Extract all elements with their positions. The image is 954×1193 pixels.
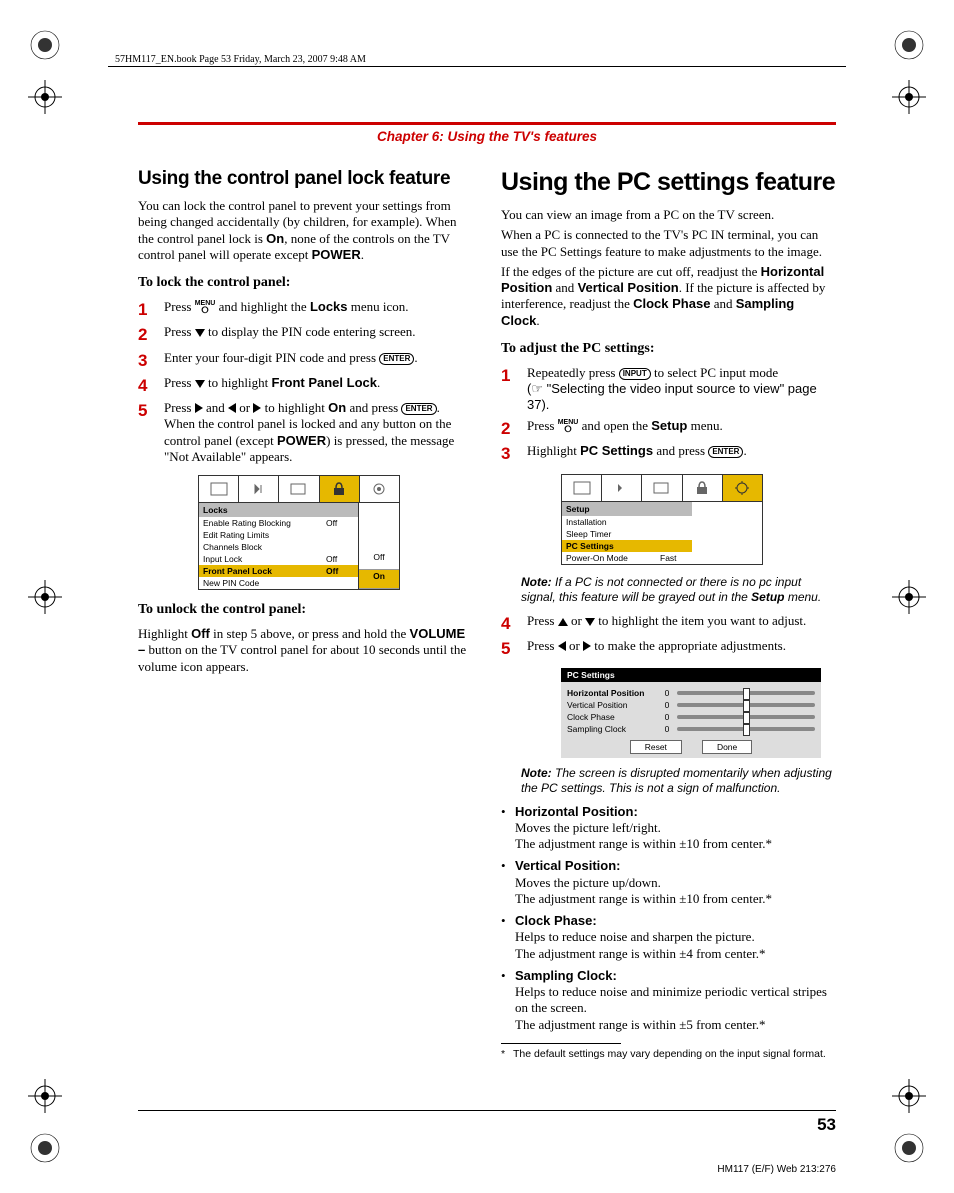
intro-paragraph: You can lock the control panel to preven… bbox=[138, 198, 473, 263]
arrow-right-icon bbox=[195, 403, 203, 413]
tab-picture-icon bbox=[562, 475, 602, 501]
slider-icon bbox=[677, 703, 815, 707]
osd-option-off: Off bbox=[359, 551, 399, 570]
tab-picture-icon bbox=[199, 476, 239, 502]
page-number: 53 bbox=[817, 1115, 836, 1135]
osd-section-title: Setup bbox=[562, 502, 692, 516]
subheading-adjust: To adjust the PC settings: bbox=[501, 341, 836, 357]
enter-button-icon: ENTER bbox=[708, 446, 743, 458]
osd-pc-settings: PC Settings Horizontal Position0 Vertica… bbox=[561, 668, 821, 758]
tab-locks-icon bbox=[683, 475, 723, 501]
paragraph: When a PC is connected to the TV's PC IN… bbox=[501, 227, 836, 260]
bottom-rule bbox=[138, 1110, 836, 1111]
chapter-rule bbox=[138, 122, 836, 125]
arrow-left-icon bbox=[558, 641, 566, 651]
slider-icon bbox=[677, 715, 815, 719]
reset-button: Reset bbox=[630, 740, 682, 754]
tab-locks-icon bbox=[320, 476, 360, 502]
paragraph: If the edges of the picture are cut off,… bbox=[501, 264, 836, 329]
footnote: *The default settings may vary depending… bbox=[501, 1048, 836, 1060]
registration-mark-icon bbox=[892, 1079, 926, 1113]
footnote-rule bbox=[501, 1043, 621, 1044]
note-1: Note: If a PC is not connected or there … bbox=[521, 575, 836, 605]
steps-adjust-1: Repeatedly press INPUT to select PC inpu… bbox=[501, 365, 836, 464]
menu-button-icon: MENU⭘ bbox=[195, 300, 216, 314]
slider-icon bbox=[677, 691, 815, 695]
subheading-to-unlock: To unlock the control panel: bbox=[138, 602, 473, 618]
osd-title: PC Settings bbox=[561, 668, 821, 682]
done-button: Done bbox=[702, 740, 752, 754]
arrow-down-icon bbox=[195, 380, 205, 388]
section-heading-lock: Using the control panel lock feature bbox=[138, 168, 473, 190]
osd-setup-menu: Setup Installation Sleep Timer PC Settin… bbox=[561, 474, 763, 565]
adjustment-descriptions: Horizontal Position:Moves the picture le… bbox=[501, 804, 836, 1033]
section-heading-pc: Using the PC settings feature bbox=[501, 168, 836, 197]
crop-mark-icon bbox=[28, 28, 62, 62]
arrow-down-icon bbox=[585, 618, 595, 626]
left-column: Using the control panel lock feature You… bbox=[138, 168, 473, 1060]
crop-mark-icon bbox=[892, 580, 926, 614]
tab-audio-icon bbox=[239, 476, 279, 502]
steps-lock: Press MENU⭘ and highlight the Locks menu… bbox=[138, 299, 473, 465]
osd-locks-menu: Locks Enable Rating BlockingOff Edit Rat… bbox=[198, 475, 400, 590]
tab-apps-icon bbox=[642, 475, 682, 501]
osd-section-title: Locks bbox=[199, 503, 358, 517]
right-column: Using the PC settings feature You can vi… bbox=[501, 168, 836, 1060]
footer-code: HM117 (E/F) Web 213:276 bbox=[717, 1164, 836, 1175]
chapter-title: Chapter 6: Using the TV's features bbox=[138, 129, 836, 144]
tab-setup-icon bbox=[723, 475, 762, 501]
header-rule bbox=[108, 66, 846, 67]
registration-mark-icon bbox=[892, 80, 926, 114]
registration-mark-icon bbox=[28, 1079, 62, 1113]
menu-button-icon: MENU⭘ bbox=[558, 419, 579, 433]
page-content: Chapter 6: Using the TV's features Using… bbox=[138, 122, 836, 1133]
note-2: Note: The screen is disrupted momentaril… bbox=[521, 766, 836, 796]
header-metadata: 57HM117_EN.book Page 53 Friday, March 23… bbox=[115, 54, 366, 65]
registration-mark-icon bbox=[28, 80, 62, 114]
unlock-paragraph: Highlight Off in step 5 above, or press … bbox=[138, 626, 473, 675]
enter-button-icon: ENTER bbox=[401, 403, 436, 415]
arrow-down-icon bbox=[195, 329, 205, 337]
crop-mark-icon bbox=[28, 1131, 62, 1165]
arrow-right-icon bbox=[583, 641, 591, 651]
crop-mark-icon bbox=[892, 1131, 926, 1165]
tab-apps-icon bbox=[279, 476, 319, 502]
input-button-icon: INPUT bbox=[619, 368, 651, 380]
subheading-to-lock: To lock the control panel: bbox=[138, 275, 473, 291]
slider-icon bbox=[677, 727, 815, 731]
paragraph: You can view an image from a PC on the T… bbox=[501, 207, 836, 223]
tab-audio-icon bbox=[602, 475, 642, 501]
arrow-up-icon bbox=[558, 618, 568, 626]
arrow-left-icon bbox=[228, 403, 236, 413]
steps-adjust-2: Press or to highlight the item you want … bbox=[501, 613, 836, 660]
crop-mark-icon bbox=[892, 28, 926, 62]
enter-button-icon: ENTER bbox=[379, 353, 414, 365]
manual-page: 57HM117_EN.book Page 53 Friday, March 23… bbox=[0, 0, 954, 1193]
tab-setup-icon bbox=[360, 476, 399, 502]
osd-option-on: On bbox=[359, 570, 399, 589]
crop-mark-icon bbox=[28, 580, 62, 614]
